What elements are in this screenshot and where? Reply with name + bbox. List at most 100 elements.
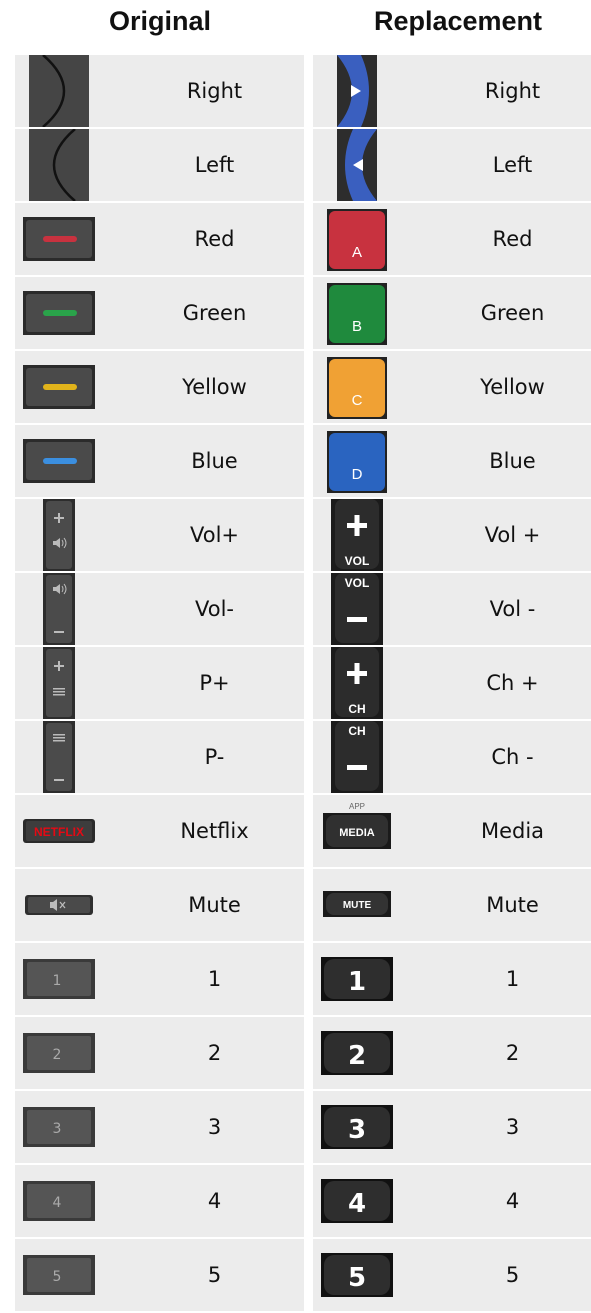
table-row: Right Right <box>15 55 591 129</box>
column-header-original: Original <box>108 6 211 36</box>
original-label: Green <box>182 301 247 325</box>
program-down-icon <box>23 721 95 793</box>
digit-4-black-button-icon: 4 <box>321 1165 393 1237</box>
button-glyph: APP <box>349 802 365 811</box>
button-glyph: 1 <box>53 973 62 989</box>
button-glyph: A <box>352 244 362 261</box>
original-cell: P+ <box>15 647 304 719</box>
original-label: Vol- <box>195 597 234 621</box>
button-glyph: CH <box>348 724 365 738</box>
replacement-cell: 55 <box>313 1239 591 1311</box>
table-row: P- CH Ch - <box>15 721 591 795</box>
original-cell: 11 <box>15 943 304 1015</box>
button-glyph: 4 <box>53 1195 62 1211</box>
table-row: Red A Red <box>15 203 591 277</box>
program-up-icon <box>23 647 95 719</box>
replacement-cell: APP MEDIA Media <box>313 795 591 867</box>
original-cell: Green <box>15 277 304 349</box>
digit-4-button-icon: 4 <box>23 1165 95 1237</box>
volume-down-icon <box>23 573 95 645</box>
replacement-cell: VOL Vol - <box>313 573 591 645</box>
original-cell: Vol+ <box>15 499 304 571</box>
button-glyph: 1 <box>348 967 366 997</box>
table-row: Green B Green <box>15 277 591 351</box>
replacement-label: Ch + <box>486 671 539 695</box>
table-row: 3333 <box>15 1091 591 1165</box>
table-row: Vol- VOL Vol - <box>15 573 591 647</box>
table-row: Mute MUTE Mute <box>15 869 591 943</box>
original-label: 5 <box>207 1263 222 1287</box>
replacement-label: Red <box>492 227 533 251</box>
button-mapping-table: Right Right Left Left Red A Red Green B Green Yell… <box>15 55 591 1313</box>
yellow-c-button-icon: C <box>321 351 393 423</box>
ch-minus-button-icon: CH <box>321 721 393 793</box>
table-header: Original Replacement <box>0 0 591 52</box>
original-label: P+ <box>199 671 230 695</box>
original-cell: Mute <box>15 869 304 941</box>
red-a-button-icon: A <box>321 203 393 275</box>
original-cell: 33 <box>15 1091 304 1163</box>
button-glyph: CH <box>348 702 365 716</box>
original-cell: Red <box>15 203 304 275</box>
table-row: P+ CH Ch + <box>15 647 591 721</box>
replacement-label: Ch - <box>491 745 534 769</box>
replacement-cell: B Green <box>313 277 591 349</box>
original-cell: 44 <box>15 1165 304 1237</box>
button-glyph: 2 <box>348 1041 366 1071</box>
replacement-label: Vol - <box>489 597 536 621</box>
original-label: Netflix <box>180 819 249 843</box>
blue-left-arrow-icon <box>321 129 393 201</box>
original-label: Mute <box>188 893 241 917</box>
button-glyph: NETFLIX <box>34 825 84 839</box>
replacement-cell: VOL Vol + <box>313 499 591 571</box>
original-cell: Blue <box>15 425 304 497</box>
left-arrow-key-icon <box>23 129 95 201</box>
original-label: Right <box>186 79 243 103</box>
replacement-label: Blue <box>489 449 536 473</box>
original-cell: P- <box>15 721 304 793</box>
blue-right-arrow-icon <box>321 55 393 127</box>
digit-3-button-icon: 3 <box>23 1091 95 1163</box>
table-row: Left Left <box>15 129 591 203</box>
mute-text-button-icon: MUTE <box>321 869 393 941</box>
replacement-label: Green <box>480 301 545 325</box>
button-glyph: MUTE <box>343 900 372 911</box>
vol-minus-button-icon: VOL <box>321 573 393 645</box>
button-glyph: 5 <box>53 1269 62 1285</box>
button-glyph: VOL <box>345 576 370 590</box>
green-b-button-icon: B <box>321 277 393 349</box>
media-button-icon: APP MEDIA <box>321 795 393 867</box>
mute-button-icon <box>23 869 95 941</box>
original-label: 3 <box>207 1115 222 1139</box>
digit-2-black-button-icon: 2 <box>321 1017 393 1089</box>
replacement-cell: 44 <box>313 1165 591 1237</box>
replacement-cell: MUTE Mute <box>313 869 591 941</box>
button-glyph: VOL <box>345 554 370 568</box>
button-glyph: 3 <box>53 1121 62 1137</box>
replacement-cell: CH Ch + <box>313 647 591 719</box>
replacement-label: Mute <box>486 893 539 917</box>
digit-1-button-icon: 1 <box>23 943 95 1015</box>
volume-up-icon <box>23 499 95 571</box>
replacement-cell: Left <box>313 129 591 201</box>
digit-2-button-icon: 2 <box>23 1017 95 1089</box>
button-glyph: 3 <box>348 1115 366 1145</box>
ch-plus-button-icon: CH <box>321 647 393 719</box>
original-label: Red <box>194 227 235 251</box>
original-cell: Left <box>15 129 304 201</box>
original-label: P- <box>204 745 225 769</box>
replacement-cell: 22 <box>313 1017 591 1089</box>
original-cell: Yellow <box>15 351 304 423</box>
table-row: NETFLIX Netflix APP MEDIA Media <box>15 795 591 869</box>
original-label: 2 <box>207 1041 222 1065</box>
replacement-cell: CH Ch - <box>313 721 591 793</box>
original-label: 4 <box>207 1189 222 1213</box>
replacement-label: 5 <box>505 1263 520 1287</box>
blue-bar-button-icon <box>23 425 95 497</box>
table-row: Yellow C Yellow <box>15 351 591 425</box>
digit-5-black-button-icon: 5 <box>321 1239 393 1311</box>
replacement-cell: D Blue <box>313 425 591 497</box>
original-label: Blue <box>191 449 238 473</box>
netflix-button-icon: NETFLIX <box>23 795 95 867</box>
replacement-cell: 33 <box>313 1091 591 1163</box>
